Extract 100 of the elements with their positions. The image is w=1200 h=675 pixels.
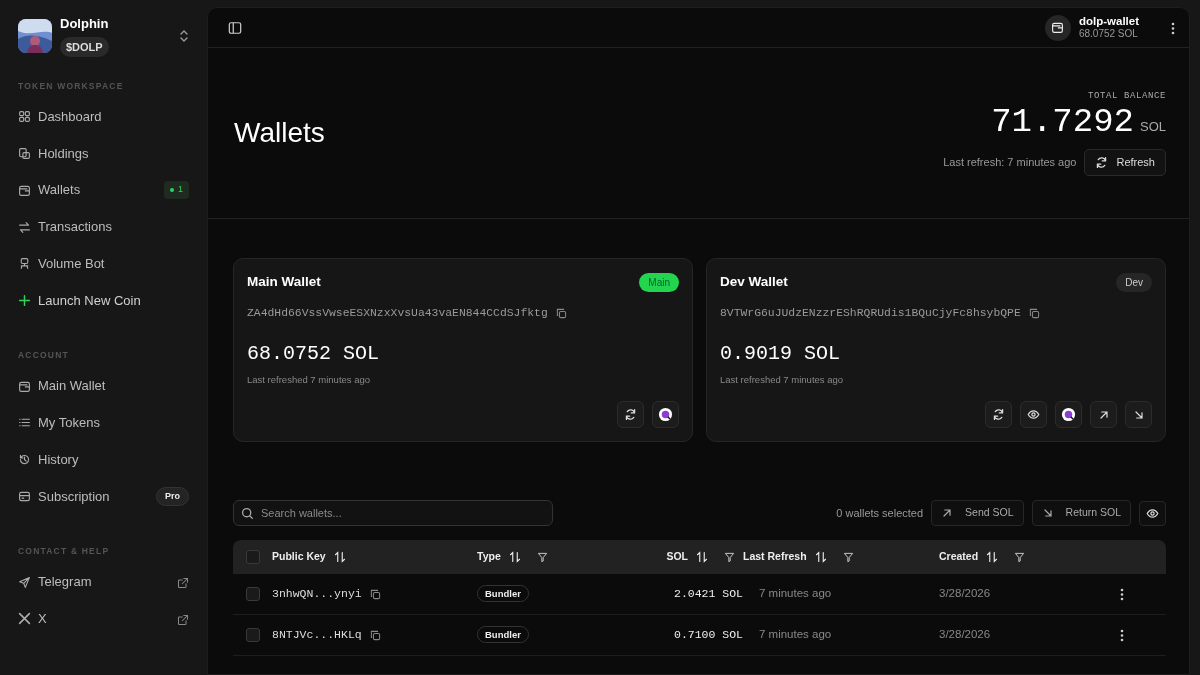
filter-icon[interactable] bbox=[536, 551, 548, 563]
column-header[interactable]: Created bbox=[939, 549, 979, 565]
robot-icon bbox=[18, 257, 31, 271]
sidebar-item[interactable]: Launch New Coin bbox=[38, 290, 141, 311]
section-heading: CONTACT & HELP bbox=[18, 544, 111, 558]
filter-icon[interactable] bbox=[842, 551, 854, 563]
page-title: Wallets bbox=[234, 116, 325, 150]
external-link-icon bbox=[177, 613, 189, 626]
column-header[interactable]: Last Refresh bbox=[743, 549, 807, 565]
send-button[interactable] bbox=[1090, 401, 1117, 428]
filter-icon[interactable] bbox=[1014, 551, 1026, 563]
last-refresh-cell: 7 minutes ago bbox=[759, 587, 832, 600]
created-date: 3/28/2026 bbox=[939, 627, 991, 643]
sort-icon bbox=[333, 551, 346, 563]
search-field[interactable]: Search wallets... bbox=[233, 500, 553, 526]
sort-icon bbox=[508, 551, 521, 563]
wallet-icon bbox=[18, 183, 31, 197]
refresh-icon bbox=[1095, 155, 1109, 169]
wallet-address: ZA4dHd66VssVwseESXNzxXvsUa43vaEN844CCdSJfktg bbox=[247, 306, 548, 322]
grid-icon bbox=[18, 110, 31, 124]
row-checkbox[interactable] bbox=[246, 587, 260, 601]
sidebar-item[interactable]: Dashboard bbox=[38, 106, 102, 127]
column-header[interactable]: Type bbox=[477, 549, 501, 565]
wallet-icon bbox=[1051, 21, 1065, 34]
eye-icon bbox=[1027, 408, 1040, 421]
refresh-icon bbox=[992, 408, 1005, 421]
total-balance: 71.7292 bbox=[991, 102, 1134, 141]
sidebar-item[interactable]: Subscription bbox=[38, 486, 110, 507]
wallet-tag: Dev bbox=[1116, 272, 1152, 292]
section-heading: TOKEN WORKSPACE bbox=[18, 79, 125, 93]
column-header[interactable]: Public Key bbox=[272, 549, 326, 565]
ticker-badge: $DOLP bbox=[60, 36, 109, 57]
workspace-name: Dolphin bbox=[60, 15, 109, 33]
sidebar-item[interactable]: History bbox=[38, 450, 79, 470]
more-icon[interactable] bbox=[1120, 628, 1124, 642]
sidebar-toggle-icon[interactable] bbox=[228, 20, 242, 35]
return-sol-button[interactable]: Return SOL bbox=[1031, 500, 1131, 526]
wallet-icon bbox=[18, 379, 31, 393]
wallet-tag: Main bbox=[639, 272, 679, 292]
wallet-title: Main Wallet bbox=[247, 273, 321, 291]
public-key: 8NTJVc...HKLq bbox=[272, 626, 362, 644]
sidebar-item[interactable]: Wallets bbox=[38, 180, 81, 200]
wallet-title: Dev Wallet bbox=[720, 273, 788, 291]
return-button[interactable] bbox=[1125, 401, 1152, 428]
x-logo-icon bbox=[18, 612, 31, 626]
arrow-up-right-icon bbox=[941, 507, 954, 519]
copy-icon bbox=[1028, 308, 1040, 320]
more-icon[interactable] bbox=[1120, 587, 1124, 601]
copy-icon bbox=[555, 308, 567, 320]
chevron-up-down-icon[interactable] bbox=[179, 28, 189, 43]
refresh-button[interactable]: Refresh bbox=[1084, 149, 1166, 176]
filter-icon[interactable] bbox=[724, 551, 735, 563]
swap-icon bbox=[18, 220, 31, 234]
refresh-button[interactable] bbox=[617, 401, 644, 428]
sidebar-item[interactable]: X bbox=[38, 609, 47, 629]
more-icon[interactable] bbox=[1171, 21, 1175, 35]
refresh-button[interactable] bbox=[985, 401, 1012, 428]
explorer-button[interactable] bbox=[652, 401, 679, 428]
selection-count: 0 wallets selected bbox=[836, 505, 924, 521]
sidebar-item[interactable]: My Tokens bbox=[38, 413, 100, 433]
wallet-balance: 68.0752 SOL bbox=[247, 341, 381, 368]
select-all-checkbox[interactable] bbox=[246, 550, 260, 564]
column-header[interactable]: SOL bbox=[666, 549, 688, 565]
copy-icon bbox=[369, 629, 381, 641]
copy-icon bbox=[369, 588, 381, 600]
row-checkbox[interactable] bbox=[246, 628, 260, 642]
sol-amount: 2.0421 SOL bbox=[674, 586, 743, 603]
section-heading: ACCOUNT bbox=[18, 349, 70, 362]
sidebar-item[interactable]: Telegram bbox=[38, 572, 92, 592]
sort-icon bbox=[814, 551, 827, 563]
wallet-balance: 68.0752 SOL bbox=[1078, 28, 1139, 41]
eye-icon bbox=[1146, 506, 1159, 520]
last-refresh-text: Last refresh: 7 minutes ago bbox=[943, 155, 1077, 171]
send-sol-button[interactable]: Send SOL bbox=[931, 500, 1024, 526]
coins-icon bbox=[18, 146, 31, 160]
sidebar-item[interactable]: Main Wallet bbox=[38, 376, 106, 396]
explorer-logo-icon bbox=[658, 407, 673, 422]
history-icon bbox=[18, 453, 31, 467]
explorer-button[interactable] bbox=[1055, 401, 1082, 428]
wallet-name: dolp-wallet bbox=[1078, 14, 1139, 29]
wallet-address: 8VTWrG6uJUdzENzzrEShRQRUdis1BQuCjyFc8hsybQPE bbox=[720, 306, 1021, 322]
created-date: 3/28/2026 bbox=[939, 586, 991, 602]
explorer-logo-icon bbox=[1061, 407, 1076, 422]
balance-unit: SOL bbox=[1140, 118, 1166, 134]
external-link-icon bbox=[177, 576, 189, 589]
sort-icon bbox=[696, 551, 708, 563]
wallet-balance: 0.9019 SOL bbox=[720, 341, 842, 368]
view-button[interactable] bbox=[1020, 401, 1047, 428]
card-icon bbox=[18, 490, 31, 504]
last-refresh-cell: 7 minutes ago bbox=[759, 628, 832, 641]
refresh-icon bbox=[624, 408, 637, 421]
search-icon bbox=[241, 507, 254, 520]
paper-plane-icon bbox=[18, 575, 31, 589]
sidebar-item[interactable]: Transactions bbox=[38, 217, 112, 237]
sidebar-item[interactable]: Holdings bbox=[38, 143, 89, 164]
toggle-visibility-button[interactable] bbox=[1139, 500, 1166, 526]
plus-icon bbox=[18, 294, 31, 308]
public-key: 3nhwQN...ynyi bbox=[272, 585, 362, 603]
plan-badge: Pro bbox=[156, 486, 189, 507]
sidebar-item[interactable]: Volume Bot bbox=[38, 254, 105, 274]
